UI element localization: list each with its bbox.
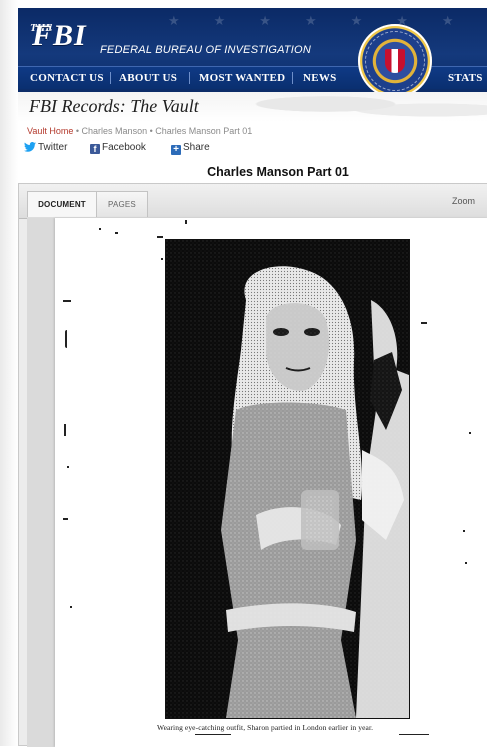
scan-speck bbox=[99, 228, 101, 230]
nav-news[interactable]: NEWS bbox=[303, 67, 337, 89]
seal-shield bbox=[385, 49, 405, 73]
scan-speck bbox=[67, 466, 69, 468]
logo-subtitle: FEDERAL BUREAU OF INVESTIGATION bbox=[100, 44, 311, 56]
scan-speck bbox=[115, 232, 118, 234]
share-icon: + bbox=[171, 145, 181, 155]
nav-separator bbox=[189, 72, 190, 84]
twitter-label: Twitter bbox=[38, 142, 68, 153]
breadcrumb-vault-home[interactable]: Vault Home bbox=[27, 126, 73, 136]
scan-margin-dash bbox=[63, 300, 71, 302]
tab-pages[interactable]: PAGES bbox=[96, 191, 148, 217]
document-title: Charles Manson Part 01 bbox=[207, 165, 349, 179]
facebook-link[interactable]: f Facebook bbox=[90, 141, 146, 154]
zoom-control[interactable]: Zoom bbox=[452, 196, 475, 206]
scan-margin-dash bbox=[421, 322, 427, 324]
nav-most-wanted[interactable]: MOST WANTED bbox=[199, 67, 285, 89]
viewer-toolbar: DOCUMENT PAGES Zoom bbox=[19, 184, 487, 219]
tab-document[interactable]: DOCUMENT bbox=[27, 191, 97, 217]
newspaper-photo bbox=[165, 239, 410, 719]
twitter-link[interactable]: Twitter bbox=[24, 141, 67, 154]
facebook-label: Facebook bbox=[102, 142, 146, 153]
share-label: Share bbox=[183, 142, 210, 153]
breadcrumb-charles-manson[interactable]: Charles Manson bbox=[82, 126, 148, 136]
photo-caption: Wearing eye-catching outfit, Sharon part… bbox=[157, 723, 374, 732]
nav-separator bbox=[110, 72, 111, 84]
vault-banner: FBI Records: The Vault bbox=[18, 92, 487, 122]
world-map-decoration bbox=[218, 92, 487, 122]
scan-scroll-area[interactable]: Wearing eye-catching outfit, Sharon part… bbox=[27, 218, 487, 747]
caption-underline bbox=[399, 734, 429, 735]
nav-contact-us[interactable]: CONTACT US bbox=[30, 67, 104, 89]
twitter-icon bbox=[24, 142, 36, 152]
fbi-logo[interactable]: FBI bbox=[32, 16, 87, 56]
breadcrumb-separator: • bbox=[75, 126, 80, 136]
site-header: ★★★★★★★ THE FBI FEDERAL BUREAU OF INVEST… bbox=[18, 8, 487, 92]
scan-speck bbox=[157, 236, 163, 238]
fbi-seal-icon bbox=[358, 24, 432, 92]
scan-margin-dash bbox=[63, 518, 68, 520]
nav-separator bbox=[292, 72, 293, 84]
scan-speck bbox=[463, 530, 465, 532]
facebook-icon: f bbox=[90, 144, 100, 154]
share-link[interactable]: + Share bbox=[171, 141, 210, 155]
scan-speck bbox=[70, 606, 72, 608]
left-page-shadow bbox=[0, 0, 18, 746]
nav-stats[interactable]: STATS & bbox=[448, 67, 487, 89]
caption-underline bbox=[195, 734, 231, 735]
scanned-page: Wearing eye-catching outfit, Sharon part… bbox=[55, 218, 487, 747]
scan-margin-bracket bbox=[64, 424, 66, 436]
scan-speck bbox=[185, 220, 187, 224]
scan-speck bbox=[469, 432, 471, 434]
nav-about-us[interactable]: ABOUT US bbox=[119, 67, 177, 89]
scan-speck bbox=[161, 258, 163, 260]
scan-margin-bracket bbox=[65, 330, 67, 348]
breadcrumb: Vault Home • Charles Manson • Charles Ma… bbox=[27, 126, 252, 136]
photo-drawing bbox=[166, 240, 409, 718]
document-viewer: DOCUMENT PAGES Zoom Wearing eye-catching… bbox=[18, 183, 487, 747]
scan-speck bbox=[465, 562, 467, 564]
breadcrumb-current: Charles Manson Part 01 bbox=[155, 126, 253, 136]
breadcrumb-separator: • bbox=[149, 126, 153, 136]
page: ★★★★★★★ THE FBI FEDERAL BUREAU OF INVEST… bbox=[0, 0, 487, 747]
vault-title[interactable]: FBI Records: The Vault bbox=[29, 96, 199, 117]
